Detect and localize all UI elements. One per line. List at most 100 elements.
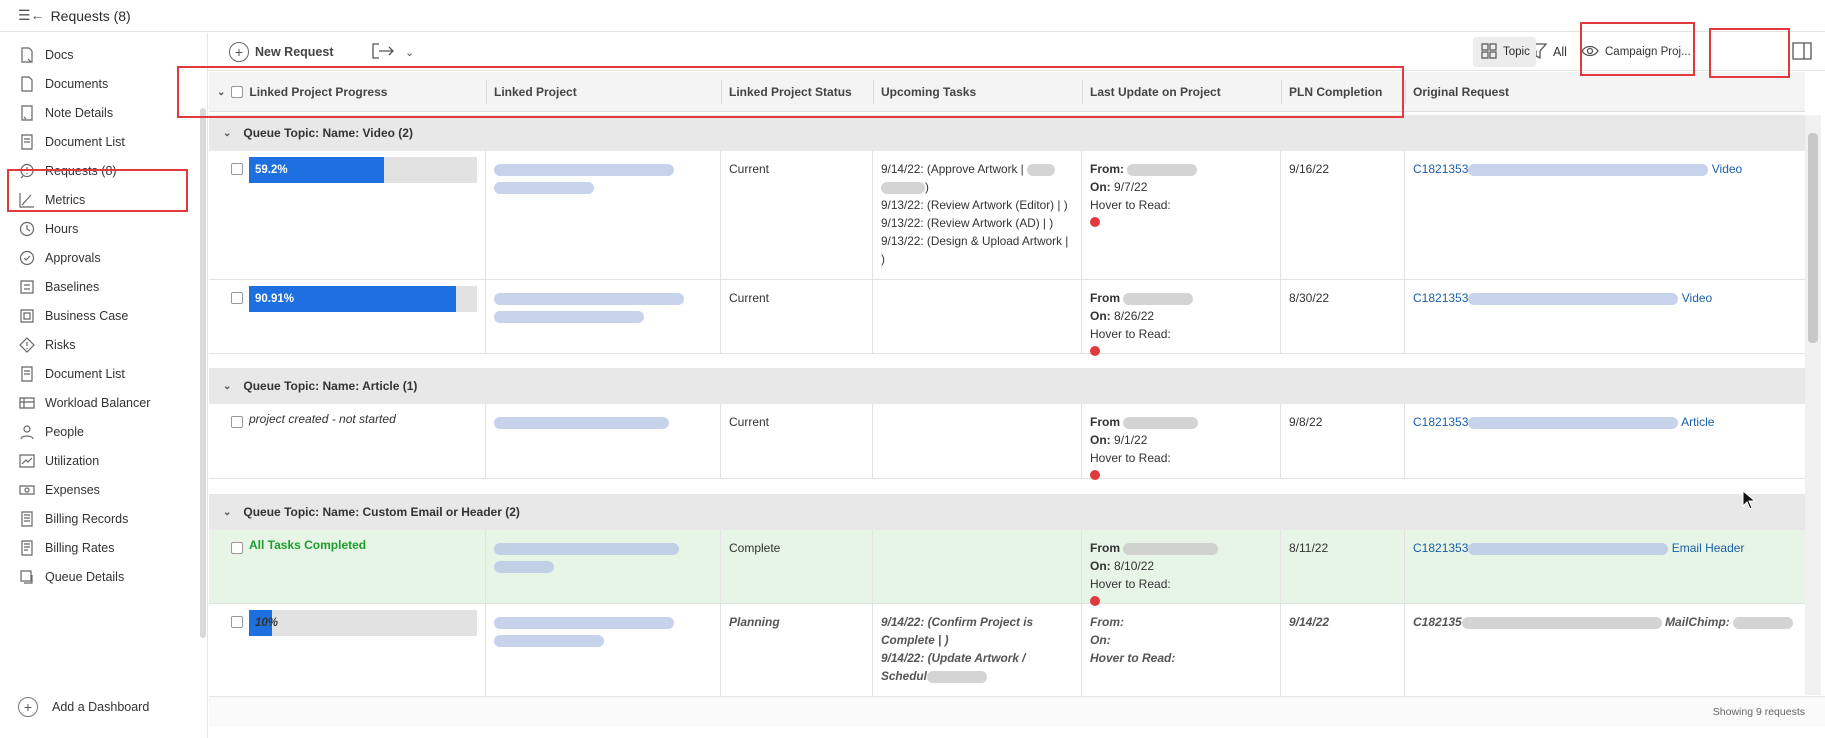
from-label: From: <box>1090 162 1124 176</box>
original-request-cell[interactable]: C1821353 Article <box>1405 404 1805 478</box>
table-row[interactable]: 90.91% Current From On: 8/26/22 Hover to… <box>209 280 1805 356</box>
upcoming-tasks-cell <box>873 530 1082 603</box>
group-header-custom-email[interactable]: ⌄ Queue Topic: Name: Custom Email or Hea… <box>209 494 1805 530</box>
original-request-cell[interactable]: C1821353 Video <box>1405 280 1805 353</box>
sidebar-item-document-list[interactable]: Document List <box>18 130 125 154</box>
sidebar-item-billing-rates[interactable]: Billing Rates <box>18 536 114 560</box>
sidebar-item-label: Expenses <box>45 483 100 497</box>
request-type[interactable]: Video <box>1712 162 1742 176</box>
sidebar-item-label: Baselines <box>45 280 100 294</box>
redacted-text <box>1468 163 1709 176</box>
title-bar: ☰← Requests (8) <box>0 0 1825 32</box>
sidebar-item-billing-records[interactable]: Billing Records <box>18 507 128 531</box>
sidebar-item-utilization[interactable]: Utilization <box>18 449 99 473</box>
sidebar-item-risks[interactable]: Risks <box>18 333 76 357</box>
table-row[interactable]: 59.2% Current 9/14/22: (Approve Artwork … <box>209 151 1805 280</box>
progress-label: 90.91% <box>255 293 295 305</box>
update-date: 9/7/22 <box>1114 180 1148 194</box>
people-icon <box>18 423 36 441</box>
sidebar-item-people[interactable]: People <box>18 420 84 444</box>
pln-completion-cell: 9/14/22 <box>1281 604 1405 696</box>
new-request-button[interactable]: + New Request <box>229 41 334 63</box>
sidebar-item-label: Note Details <box>45 106 114 120</box>
group-header-article[interactable]: ⌄ Queue Topic: Name: Article (1) <box>209 368 1805 404</box>
linked-project-cell[interactable] <box>486 151 721 279</box>
billing-rates-icon <box>18 539 36 557</box>
row-checkbox[interactable] <box>231 292 243 304</box>
task-line: 9/13/22: (Review Artwork (AD) | ) <box>881 216 1054 230</box>
utilization-icon <box>18 452 36 470</box>
chevron-down-icon: ⌄ <box>223 506 232 518</box>
sidebar-scrollbar[interactable] <box>200 108 206 638</box>
request-type[interactable]: Video <box>1682 291 1712 305</box>
chevron-down-icon: ⌄ <box>405 46 415 59</box>
sidebar-item-baselines[interactable]: Baselines <box>18 275 99 299</box>
task-line: Schedul <box>881 669 927 683</box>
status-dot-icon[interactable] <box>1090 217 1100 227</box>
progress-bar: 10% <box>249 610 477 636</box>
row-checkbox[interactable] <box>231 416 243 428</box>
sidebar-item-label: Billing Records <box>45 512 129 526</box>
linked-project-cell[interactable] <box>486 280 721 353</box>
sidebar-item-note-details[interactable]: Note Details <box>18 101 113 125</box>
add-dashboard-label: Add a Dashboard <box>52 700 150 714</box>
sidebar-item-business-case[interactable]: Business Case <box>18 304 128 328</box>
request-type[interactable]: Article <box>1681 415 1714 429</box>
last-update-cell[interactable]: From: On: Hover to Read: <box>1082 604 1281 696</box>
pln-completion-cell: 9/16/22 <box>1281 151 1405 279</box>
column-header-label: Original Request <box>1413 85 1510 99</box>
original-request-cell[interactable]: C182135 MailChimp: <box>1405 604 1805 696</box>
sidebar-item-label: Risks <box>45 338 76 352</box>
sidebar-item-workload-balancer[interactable]: Workload Balancer <box>18 391 150 415</box>
request-id-link[interactable]: C182135 <box>1413 615 1462 629</box>
sidebar-item-documents[interactable]: Documents <box>18 72 108 96</box>
linked-project-cell[interactable] <box>486 604 721 696</box>
row-checkbox[interactable] <box>231 542 243 554</box>
scrollbar-thumb[interactable] <box>1808 133 1818 343</box>
last-update-cell[interactable]: From On: 8/26/22 Hover to Read: <box>1082 280 1281 356</box>
export-button[interactable]: ⌄ <box>371 41 414 63</box>
sidebar-item-approvals[interactable]: Approvals <box>18 246 101 270</box>
row-checkbox[interactable] <box>231 616 243 628</box>
request-id-link[interactable]: C1821353 <box>1413 541 1468 555</box>
original-request-cell[interactable]: C1821353 Video <box>1405 151 1805 279</box>
panel-toggle-button[interactable] <box>1792 41 1812 63</box>
redacted-text <box>1733 616 1794 629</box>
side-panel-icon <box>1792 41 1812 63</box>
upcoming-tasks-cell <box>873 404 1082 478</box>
last-update-cell[interactable]: From On: 9/1/22 Hover to Read: <box>1082 404 1281 480</box>
collapse-back-icon[interactable]: ☰← <box>18 7 45 24</box>
sidebar-item-hours[interactable]: Hours <box>18 217 78 241</box>
linked-project-cell[interactable] <box>486 530 721 603</box>
sidebar-item-expenses[interactable]: Expenses <box>18 478 100 502</box>
request-id-link[interactable]: C1821353 <box>1413 415 1468 429</box>
note-icon <box>18 104 36 122</box>
group-by-topic-button[interactable]: Topic <box>1473 37 1536 67</box>
risk-icon <box>18 336 36 354</box>
clock-icon <box>18 220 36 238</box>
group-header-video[interactable]: ⌄ Queue Topic: Name: Video (2) <box>209 115 1805 151</box>
grid-scrollbar[interactable] <box>1805 115 1821 695</box>
add-dashboard-button[interactable]: + Add a Dashboard <box>18 697 149 717</box>
progress-cell: 59.2% <box>209 151 486 279</box>
request-type[interactable]: Email Header <box>1672 541 1745 555</box>
last-update-cell[interactable]: From On: 8/10/22 Hover to Read: <box>1082 530 1281 606</box>
status-dot-icon[interactable] <box>1090 470 1100 480</box>
sidebar-item-label: Utilization <box>45 454 100 468</box>
request-id-link[interactable]: C1821353 <box>1413 291 1468 305</box>
linked-project-cell[interactable] <box>486 404 721 478</box>
redacted-text <box>1461 616 1662 629</box>
sidebar-item-document-list-2[interactable]: Document List <box>18 362 125 386</box>
request-id-link[interactable]: C1821353 <box>1413 162 1468 176</box>
sidebar-item-queue-details[interactable]: Queue Details <box>18 565 124 589</box>
row-checkbox[interactable] <box>231 163 243 175</box>
request-type: MailChimp: <box>1665 615 1730 629</box>
last-update-cell[interactable]: From: On: 9/7/22 Hover to Read: <box>1082 151 1281 279</box>
table-row[interactable]: All Tasks Completed Complete From On: 8/… <box>209 530 1805 606</box>
column-header-original-request[interactable]: Original Request <box>1405 72 1785 112</box>
original-request-cell[interactable]: C1821353 Email Header <box>1405 530 1805 603</box>
sidebar-item-docs[interactable]: Docs <box>18 43 73 67</box>
status-dot-icon[interactable] <box>1090 346 1100 356</box>
table-row[interactable]: project created - not started Current Fr… <box>209 404 1805 480</box>
table-row[interactable]: 10% Planning 9/14/22: (Confirm Project i… <box>209 604 1805 696</box>
